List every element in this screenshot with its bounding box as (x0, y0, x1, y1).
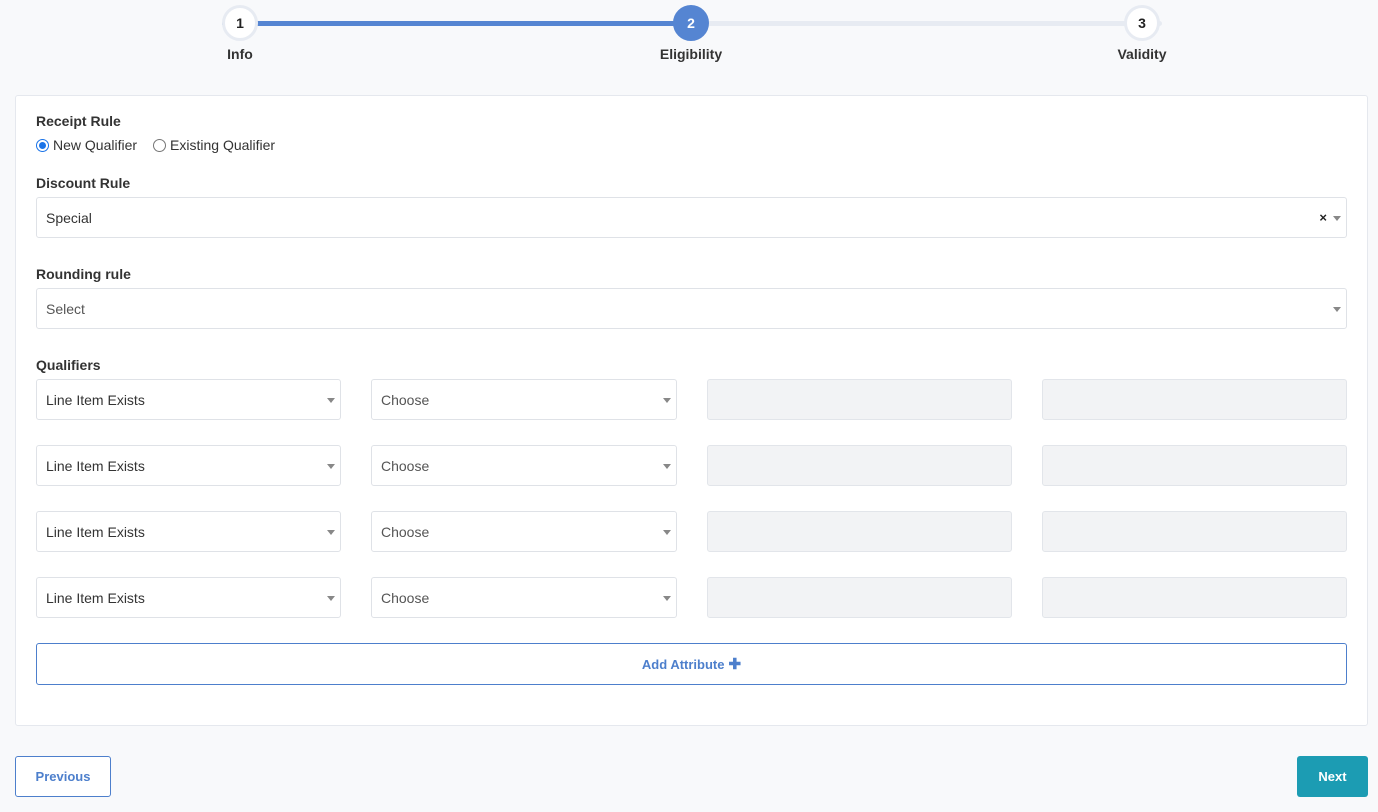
qualifier-type-value: Line Item Exists (46, 391, 145, 408)
qualifiers-label: Qualifiers (36, 357, 101, 373)
step-3-circle[interactable]: 3 (1124, 5, 1160, 41)
discount-rule-select[interactable]: Special × (36, 197, 1347, 238)
qualifier-value-field-disabled (707, 577, 1012, 618)
step-1-label: Info (227, 46, 253, 62)
chevron-down-icon (327, 398, 335, 403)
rounding-rule-label: Rounding rule (36, 266, 131, 282)
qualifier-type-select[interactable]: Line Item Exists (36, 379, 341, 420)
qualifier-extra-field-disabled (1042, 445, 1347, 486)
qualifier-operator-placeholder: Choose (381, 391, 430, 408)
qualifier-value-field-disabled (707, 379, 1012, 420)
chevron-down-icon (327, 530, 335, 535)
next-button[interactable]: Next (1297, 756, 1368, 797)
previous-button[interactable]: Previous (15, 756, 111, 797)
stepper-progress-fill (222, 21, 692, 26)
eligibility-form-card: Receipt Rule New Qualifier Existing Qual… (15, 95, 1368, 726)
chevron-down-icon (663, 530, 671, 535)
chevron-down-icon (1333, 216, 1341, 221)
step-3-label: Validity (1117, 46, 1167, 62)
qualifier-type-select[interactable]: Line Item Exists (36, 511, 341, 552)
step-3-number: 3 (1138, 15, 1146, 31)
qualifier-type-value: Line Item Exists (46, 589, 145, 606)
qualifier-type-value: Line Item Exists (46, 523, 145, 540)
clear-icon[interactable]: × (1319, 210, 1327, 225)
rounding-rule-select[interactable]: Select (36, 288, 1347, 329)
new-qualifier-label[interactable]: New Qualifier (53, 137, 137, 153)
existing-qualifier-label[interactable]: Existing Qualifier (170, 137, 275, 153)
qualifier-type-value: Line Item Exists (46, 457, 145, 474)
receipt-rule-radio-group: New Qualifier Existing Qualifier (36, 137, 291, 153)
chevron-down-icon (663, 596, 671, 601)
qualifier-operator-select[interactable]: Choose (371, 445, 677, 486)
qualifier-value-field-disabled (707, 445, 1012, 486)
rounding-rule-placeholder: Select (46, 300, 85, 317)
qualifier-operator-select[interactable]: Choose (371, 577, 677, 618)
step-1-circle[interactable]: 1 (222, 5, 258, 41)
progress-stepper: 1 Info 2 Eligibility 3 Validity (0, 0, 1378, 80)
add-attribute-label: Add Attribute (641, 656, 725, 672)
chevron-down-icon (327, 596, 335, 601)
qualifier-value-field-disabled (707, 511, 1012, 552)
chevron-down-icon (663, 464, 671, 469)
qualifier-extra-field-disabled (1042, 577, 1347, 618)
qualifier-operator-placeholder: Choose (381, 589, 430, 606)
qualifier-type-select[interactable]: Line Item Exists (36, 577, 341, 618)
chevron-down-icon (1333, 307, 1341, 312)
existing-qualifier-radio[interactable] (153, 138, 167, 152)
qualifier-extra-field-disabled (1042, 379, 1347, 420)
chevron-down-icon (663, 398, 671, 403)
qualifier-operator-select[interactable]: Choose (371, 511, 677, 552)
discount-rule-label: Discount Rule (36, 175, 131, 191)
new-qualifier-radio[interactable] (36, 138, 49, 152)
step-2-circle[interactable]: 2 (673, 5, 709, 41)
qualifier-operator-select[interactable]: Choose (371, 379, 677, 420)
step-2-number: 2 (687, 15, 695, 31)
step-1-number: 1 (236, 15, 244, 31)
qualifier-extra-field-disabled (1042, 511, 1347, 552)
qualifier-type-select[interactable]: Line Item Exists (36, 445, 341, 486)
qualifier-operator-placeholder: Choose (381, 523, 430, 540)
plus-icon: ✚ (728, 656, 742, 673)
step-2-label: Eligibility (659, 46, 723, 62)
add-attribute-button[interactable]: Add Attribute ✚ (36, 643, 1347, 685)
qualifier-operator-placeholder: Choose (381, 457, 430, 474)
discount-rule-value: Special (46, 209, 92, 226)
receipt-rule-label: Receipt Rule (36, 113, 121, 129)
chevron-down-icon (327, 464, 335, 469)
